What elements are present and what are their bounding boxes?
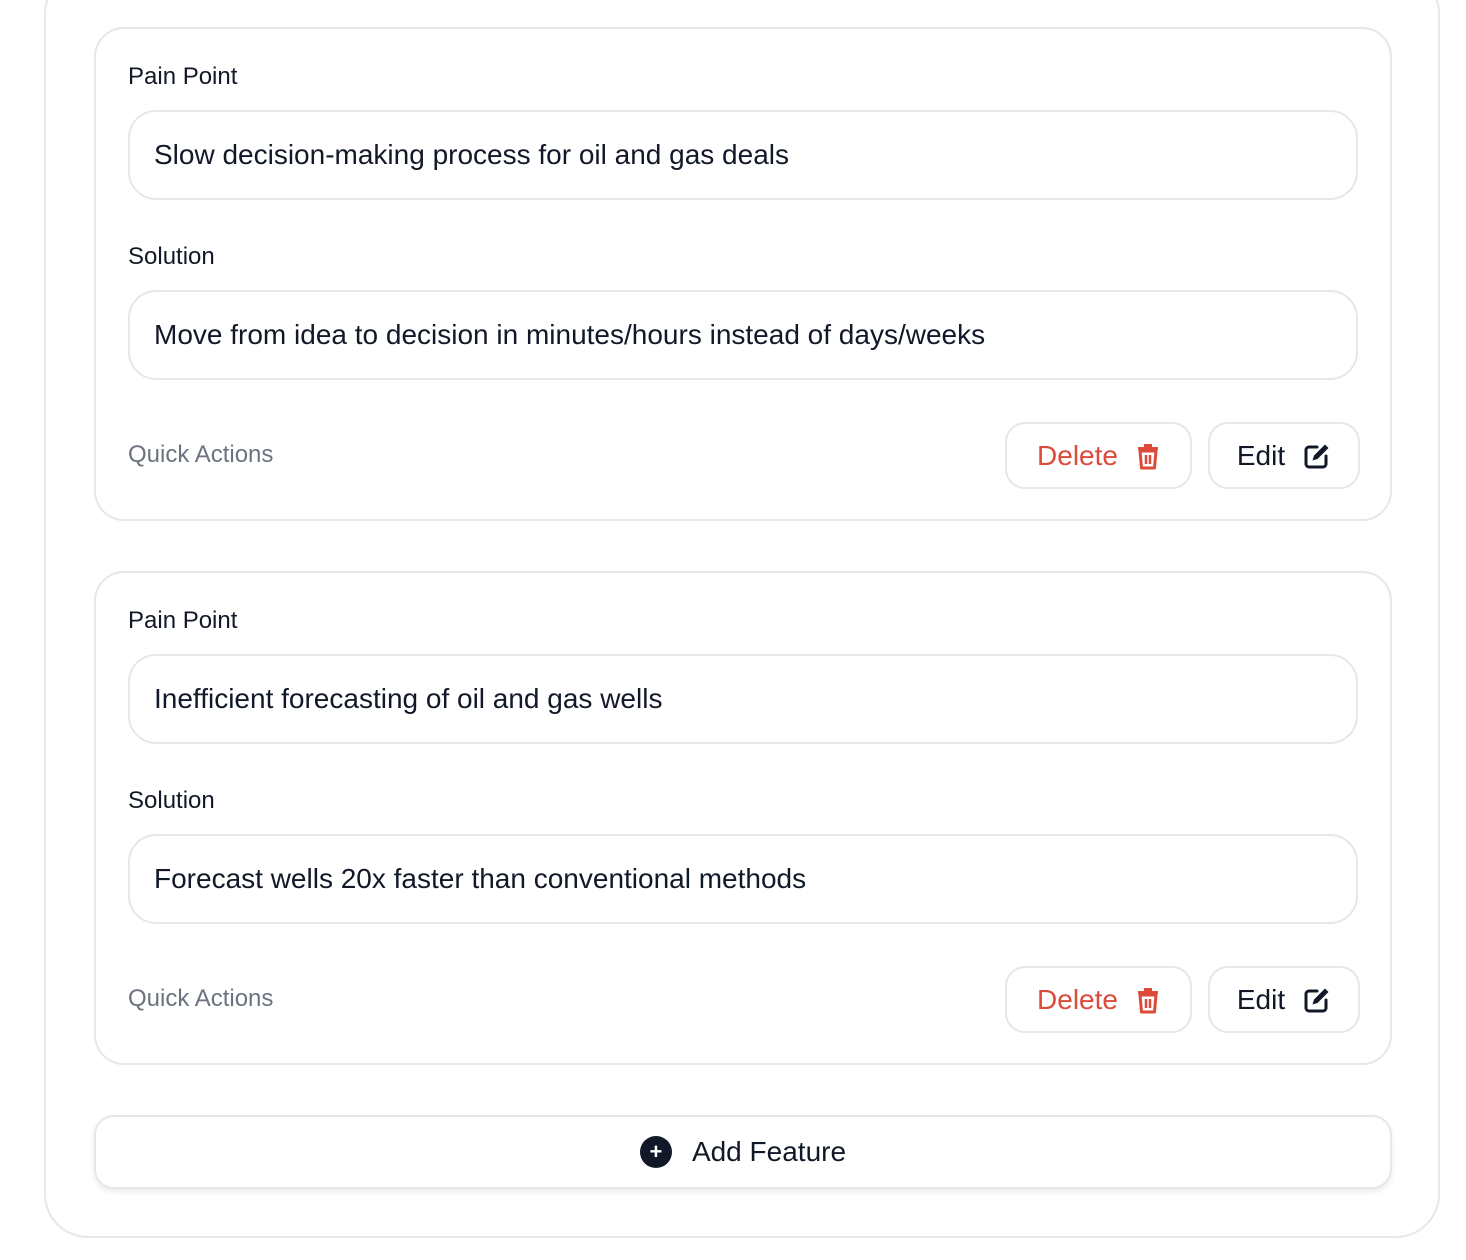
solution-label: Solution — [128, 243, 215, 270]
delete-button-label: Delete — [1037, 983, 1118, 1015]
plus-circle-icon: + — [639, 1136, 672, 1168]
pain-point-label: Pain Point — [128, 63, 238, 90]
edit-button-label: Edit — [1236, 439, 1286, 471]
solution-field[interactable]: Forecast wells 20x faster than conventio… — [128, 834, 1358, 924]
feature-card: Pain Point Slow decision-making process … — [94, 27, 1392, 521]
add-feature-label: Add Feature — [691, 1136, 847, 1167]
feature-card: Pain Point Inefficient forecasting of oi… — [94, 571, 1392, 1065]
edit-button[interactable]: Edit — [1208, 422, 1360, 489]
quick-actions-label: Quick Actions — [128, 441, 274, 468]
pain-point-field[interactable]: Slow decision-making process for oil and… — [128, 110, 1358, 200]
edit-button-label: Edit — [1236, 983, 1286, 1015]
edit-icon — [1303, 442, 1331, 470]
add-feature-button[interactable]: + Add Feature — [94, 1115, 1392, 1189]
solution-field[interactable]: Move from idea to decision in minutes/ho… — [128, 290, 1358, 380]
edit-button[interactable]: Edit — [1208, 966, 1360, 1033]
delete-button-label: Delete — [1037, 439, 1118, 471]
solution-label: Solution — [128, 787, 215, 814]
pain-point-label: Pain Point — [128, 607, 238, 634]
trash-icon — [1136, 986, 1160, 1014]
pain-point-field[interactable]: Inefficient forecasting of oil and gas w… — [128, 654, 1358, 744]
edit-icon — [1303, 986, 1331, 1014]
trash-icon — [1136, 442, 1160, 470]
delete-button[interactable]: Delete — [1005, 966, 1192, 1033]
quick-actions-label: Quick Actions — [128, 985, 274, 1012]
delete-button[interactable]: Delete — [1005, 422, 1192, 489]
